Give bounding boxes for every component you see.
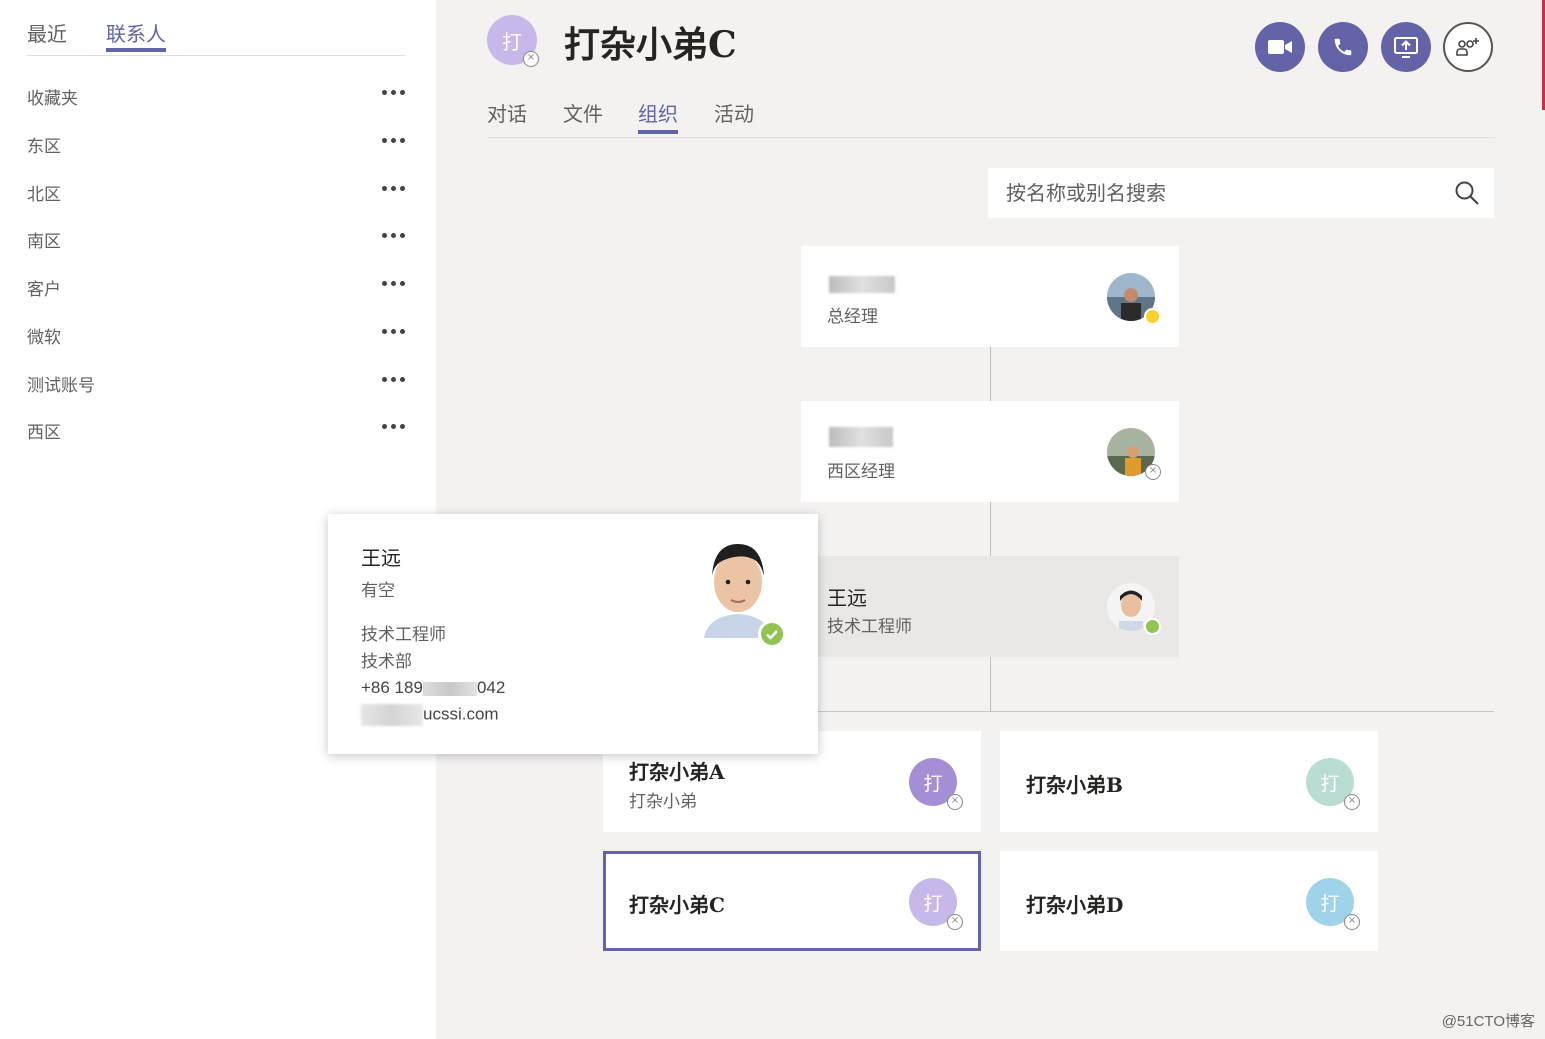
available-status-icon: [1144, 618, 1161, 635]
contact-status: 有空: [361, 581, 395, 601]
contact-group-south[interactable]: 南区: [27, 225, 405, 255]
org-search-input[interactable]: [988, 168, 1448, 218]
more-options-icon[interactable]: [382, 424, 405, 429]
tab-activity[interactable]: 活动: [714, 98, 754, 127]
search-icon[interactable]: [1454, 180, 1480, 206]
offline-status-icon: ×: [1344, 794, 1360, 810]
tab-files[interactable]: 文件: [563, 98, 603, 127]
org-card-report-d[interactable]: 打杂小弟D 打 ×: [1000, 851, 1378, 951]
org-search-box: [988, 168, 1494, 218]
avatar: [1107, 273, 1161, 325]
org-card-title: 总经理: [827, 307, 878, 327]
page-title: 打杂小弟C: [564, 24, 737, 66]
contact-department: 技术部: [361, 652, 412, 672]
more-options-icon[interactable]: [382, 281, 405, 286]
offline-status-icon: ×: [947, 914, 963, 930]
group-label: 收藏夹: [27, 89, 78, 109]
offline-status-icon: ×: [523, 51, 539, 67]
avatar: 打 ×: [1306, 758, 1360, 810]
org-card-name: 打杂小弟D: [1026, 893, 1124, 917]
offline-status-icon: ×: [1145, 464, 1161, 480]
tab-recent[interactable]: 最近: [27, 18, 67, 47]
org-connector: [990, 501, 991, 557]
contact-group-east[interactable]: 东区: [27, 130, 405, 160]
avatar: 打 ×: [909, 758, 963, 810]
group-label: 测试账号: [27, 376, 95, 396]
avatar: 打 ×: [1306, 878, 1360, 930]
phone-suffix: 042: [476, 678, 506, 697]
avatar: 打 ×: [909, 878, 963, 930]
contact-group-north[interactable]: 北区: [27, 178, 405, 208]
group-label: 东区: [27, 137, 61, 157]
redacted-name: [829, 427, 893, 447]
away-status-icon: [1144, 308, 1161, 325]
group-label: 客户: [27, 280, 61, 300]
group-label: 北区: [27, 185, 61, 205]
org-card-name: 王远: [827, 586, 867, 610]
add-people-button[interactable]: [1443, 22, 1493, 72]
tab-contacts[interactable]: 联系人: [106, 18, 166, 52]
more-options-icon[interactable]: [382, 329, 405, 334]
contact-group-microsoft[interactable]: 微软: [27, 321, 405, 351]
share-screen-icon: [1394, 37, 1418, 58]
contact-group-customers[interactable]: 客户: [27, 273, 405, 303]
group-label: 西区: [27, 423, 61, 443]
more-options-icon[interactable]: [382, 233, 405, 238]
more-options-icon[interactable]: [382, 186, 405, 191]
org-card-report-c[interactable]: 打杂小弟C 打 ×: [603, 851, 981, 951]
contact-group-test-accounts[interactable]: 测试账号: [27, 369, 405, 399]
conversation-tabs: 对话 文件 组织 活动: [487, 98, 1495, 138]
contacts-tabs: 最近 联系人: [27, 18, 405, 56]
offline-status-icon: ×: [947, 794, 963, 810]
share-screen-button[interactable]: [1381, 22, 1431, 72]
org-card-name: 打杂小弟A: [629, 760, 725, 784]
contact-phone[interactable]: +86 189 042: [361, 678, 505, 698]
email-suffix: ucssi.com: [423, 704, 499, 724]
chat-avatar[interactable]: 打 ×: [487, 15, 539, 67]
more-options-icon[interactable]: [382, 377, 405, 382]
contact-group-west[interactable]: 西区: [27, 416, 405, 446]
group-label: 微软: [27, 328, 61, 348]
org-card-title: 技术工程师: [827, 617, 912, 637]
avatar: ×: [1107, 428, 1161, 480]
video-camera-icon: [1268, 40, 1292, 54]
more-options-icon[interactable]: [382, 90, 405, 95]
tab-organization[interactable]: 组织: [638, 98, 678, 134]
contact-email[interactable]: ucssi.com: [361, 704, 499, 726]
avatar: [1107, 583, 1161, 635]
more-options-icon[interactable]: [382, 138, 405, 143]
org-connector: [990, 347, 991, 402]
org-card-title: 西区经理: [827, 462, 895, 482]
avatar-initial: 打: [502, 29, 522, 54]
org-card-title: 打杂小弟: [629, 792, 697, 812]
org-card-name: 打杂小弟C: [629, 893, 725, 917]
contact-group-favorites[interactable]: 收藏夹: [27, 82, 405, 112]
contact-name: 王远: [361, 546, 401, 570]
org-card-report-b[interactable]: 打杂小弟B 打 ×: [1000, 731, 1378, 832]
org-connector: [990, 656, 991, 711]
redacted-email-prefix: [361, 704, 423, 726]
video-call-button[interactable]: [1255, 22, 1305, 72]
watermark: @51CTO博客: [1441, 1013, 1535, 1030]
contact-job-title: 技术工程师: [361, 625, 446, 645]
add-people-icon: [1456, 38, 1479, 56]
org-card-west-manager[interactable]: 西区经理 ×: [801, 401, 1179, 502]
org-card-name: 打杂小弟B: [1026, 773, 1123, 797]
available-status-icon: [758, 620, 786, 648]
phone-icon: [1334, 38, 1352, 56]
contact-card-popup: 王远 有空 技术工程师 技术部 +86 189 042 ucssi.com: [328, 514, 818, 754]
offline-status-icon: ×: [1344, 914, 1360, 930]
tab-chat[interactable]: 对话: [487, 98, 527, 127]
redacted-phone-digits: [422, 681, 477, 696]
group-label: 南区: [27, 232, 61, 252]
phone-prefix: +86 189: [361, 678, 423, 697]
org-card-current-manager[interactable]: 王远 技术工程师: [801, 556, 1179, 657]
redacted-name: [829, 276, 895, 293]
org-card-general-manager[interactable]: 总经理: [801, 246, 1179, 347]
audio-call-button[interactable]: [1318, 22, 1368, 72]
